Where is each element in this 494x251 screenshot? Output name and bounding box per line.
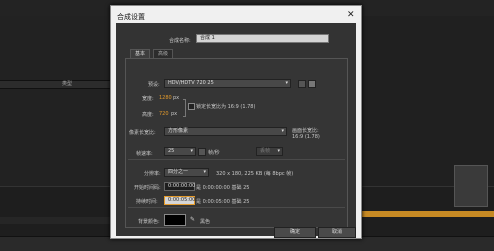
eyedropper-icon[interactable]: ✎ (190, 216, 195, 223)
duration-label: 持续时间: (136, 199, 158, 205)
background-color-swatch[interactable] (164, 214, 186, 226)
composition-settings-dialog: 合成设置 ✕ 合成名称: 合成 1 基本 高级 预设: HDV/HDTV 720… (110, 5, 362, 239)
section-divider-2 (128, 207, 345, 208)
width-label: 宽度: (142, 96, 154, 102)
lock-aspect-label: 锁定长宽比为 16:9 (1.78) (196, 104, 256, 110)
frame-aspect-label: 画面长宽比: (292, 128, 319, 134)
preview-thumbnail (454, 165, 488, 207)
save-preset-icon[interactable] (298, 80, 306, 88)
dialog-title: 合成设置 (117, 13, 145, 21)
section-divider (128, 159, 345, 160)
cancel-button[interactable]: 取消 (318, 227, 356, 238)
timeline-work-area-bar[interactable] (360, 211, 494, 217)
link-bracket (183, 99, 186, 117)
background-color-label: 背景颜色: (138, 219, 160, 225)
start-timecode-input[interactable]: 0:00:00:00 (164, 182, 195, 191)
drop-frame-dropdown[interactable]: 丢帧 (256, 147, 283, 156)
preset-dropdown[interactable]: HDV/HDTV 720 25 (164, 79, 291, 88)
width-unit: px (173, 95, 180, 101)
delete-preset-icon[interactable] (308, 80, 316, 88)
duration-input[interactable]: 0:00:05:00 (164, 196, 195, 205)
dialog-content: 合成名称: 合成 1 基本 高级 预设: HDV/HDTV 720 25 宽度:… (116, 23, 356, 238)
height-label: 高度: (142, 112, 154, 118)
type-column-header[interactable]: 类型 (62, 80, 72, 87)
close-icon[interactable]: ✕ (347, 10, 355, 20)
height-value[interactable]: 720 (159, 111, 169, 117)
timeline-toolbar (0, 217, 110, 224)
ok-button[interactable]: 确定 (274, 227, 316, 238)
composition-name-input[interactable]: 合成 1 (196, 34, 329, 43)
resolution-label: 分辨率: (144, 171, 161, 177)
pixel-aspect-dropdown[interactable]: 方形像素 (164, 127, 287, 136)
project-panel-header (0, 80, 110, 89)
pixel-aspect-label: 像素长宽比: (129, 130, 156, 136)
preset-label: 预设: (148, 82, 160, 88)
background-color-name: 黑色 (200, 219, 211, 225)
lock-aspect-checkbox[interactable] (188, 103, 195, 110)
duration-info: 是 0:00:05:00 基础 25 (196, 199, 250, 205)
tab-advanced[interactable]: 高级 (153, 49, 174, 58)
tab-basic[interactable]: 基本 (130, 49, 151, 58)
resolution-info: 320 x 180, 225 KB (每 8bpc 帧) (216, 171, 294, 177)
start-timecode-label: 开始时间码: (134, 185, 161, 191)
start-timecode-info: 是 0:00:00:00 基础 25 (196, 185, 250, 191)
frame-rate-label: 帧速率: (136, 151, 153, 157)
height-unit: px (171, 111, 178, 117)
width-value[interactable]: 1280 (159, 95, 172, 101)
frame-aspect-value: 16:9 (1.78) (292, 134, 320, 140)
resolution-dropdown[interactable]: 四分之一 (164, 168, 209, 177)
composition-name-label: 合成名称: (169, 38, 191, 44)
basic-settings-panel: 预设: HDV/HDTV 720 25 宽度: 1280 px 高度: 720 … (125, 58, 348, 228)
frame-rate-dropdown[interactable]: 25 (164, 147, 196, 156)
frame-rate-menu-icon[interactable] (198, 148, 206, 156)
frame-rate-unit: 帧/秒 (208, 150, 220, 156)
